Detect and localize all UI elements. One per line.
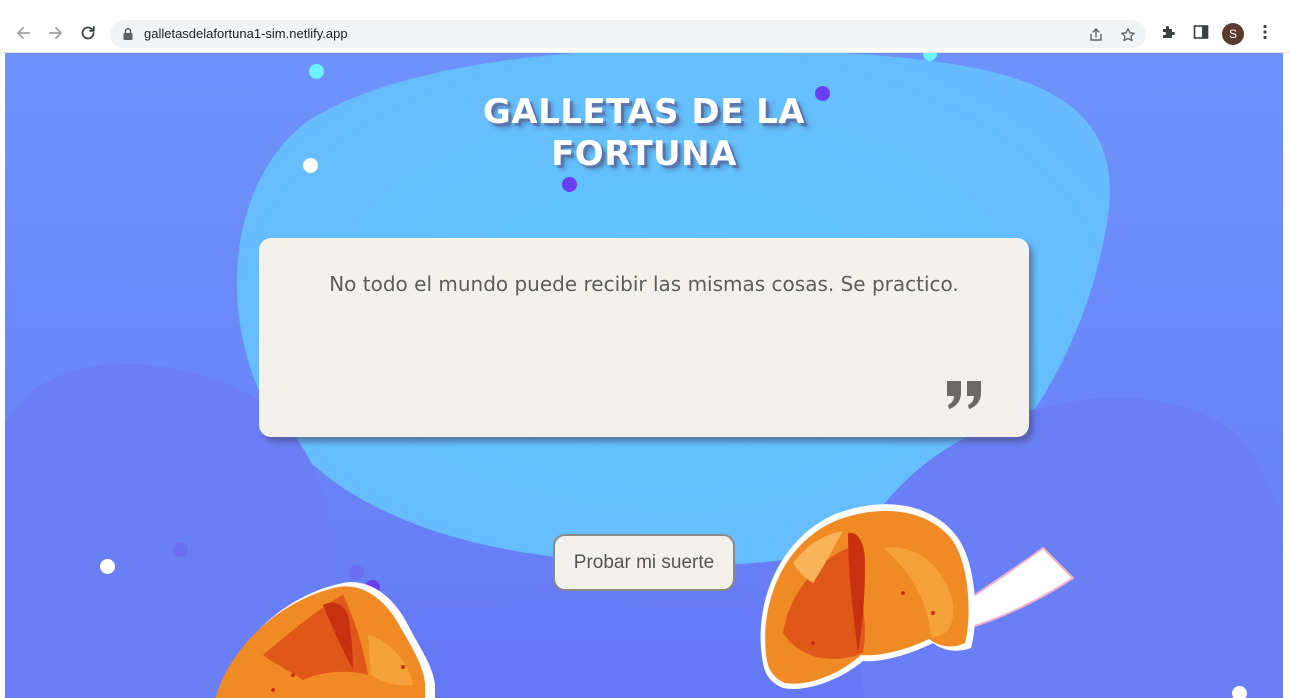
- confetti-dot: [100, 559, 115, 574]
- forward-button[interactable]: [43, 20, 69, 46]
- fortune-cookie-right-with-paper: [760, 504, 1075, 689]
- more-vert-icon[interactable]: [1257, 23, 1273, 41]
- fortune-quote: No todo el mundo puede recibir las misma…: [329, 272, 959, 296]
- closing-quote-icon: [947, 381, 981, 409]
- fortune-cookie-left: [215, 582, 435, 698]
- back-arrow-icon: [17, 27, 30, 39]
- reload-icon: [81, 26, 95, 40]
- try-luck-button[interactable]: Probar mi suerte: [553, 534, 735, 591]
- browser-toolbar: galletasdelafortuna1-sim.netlify.app S: [0, 0, 1290, 53]
- title-line-2: FORTUNA: [551, 134, 737, 174]
- page-viewport: GALLETAS DE LA FORTUNA No todo el mundo …: [5, 53, 1283, 698]
- lock-icon: [123, 27, 133, 40]
- side-panel-icon[interactable]: [1192, 23, 1210, 41]
- share-icon[interactable]: [1088, 27, 1104, 43]
- confetti-dot: [173, 542, 188, 557]
- extensions-puzzle-icon[interactable]: [1160, 23, 1178, 41]
- fortune-card: No todo el mundo puede recibir las misma…: [259, 238, 1029, 437]
- star-icon[interactable]: [1120, 27, 1136, 43]
- title-line-1: GALLETAS DE LA: [482, 92, 806, 132]
- url-text: galletasdelafortuna1-sim.netlify.app: [144, 26, 348, 41]
- confetti-dot: [562, 177, 577, 192]
- address-bar[interactable]: galletasdelafortuna1-sim.netlify.app: [110, 20, 1146, 48]
- back-button[interactable]: [10, 20, 36, 46]
- page-title: GALLETAS DE LA FORTUNA: [5, 91, 1283, 175]
- confetti-dot: [1232, 686, 1247, 698]
- confetti-dot: [309, 64, 324, 79]
- forward-arrow-icon: [49, 27, 62, 39]
- reload-button[interactable]: [75, 20, 101, 46]
- profile-avatar[interactable]: S: [1222, 23, 1244, 45]
